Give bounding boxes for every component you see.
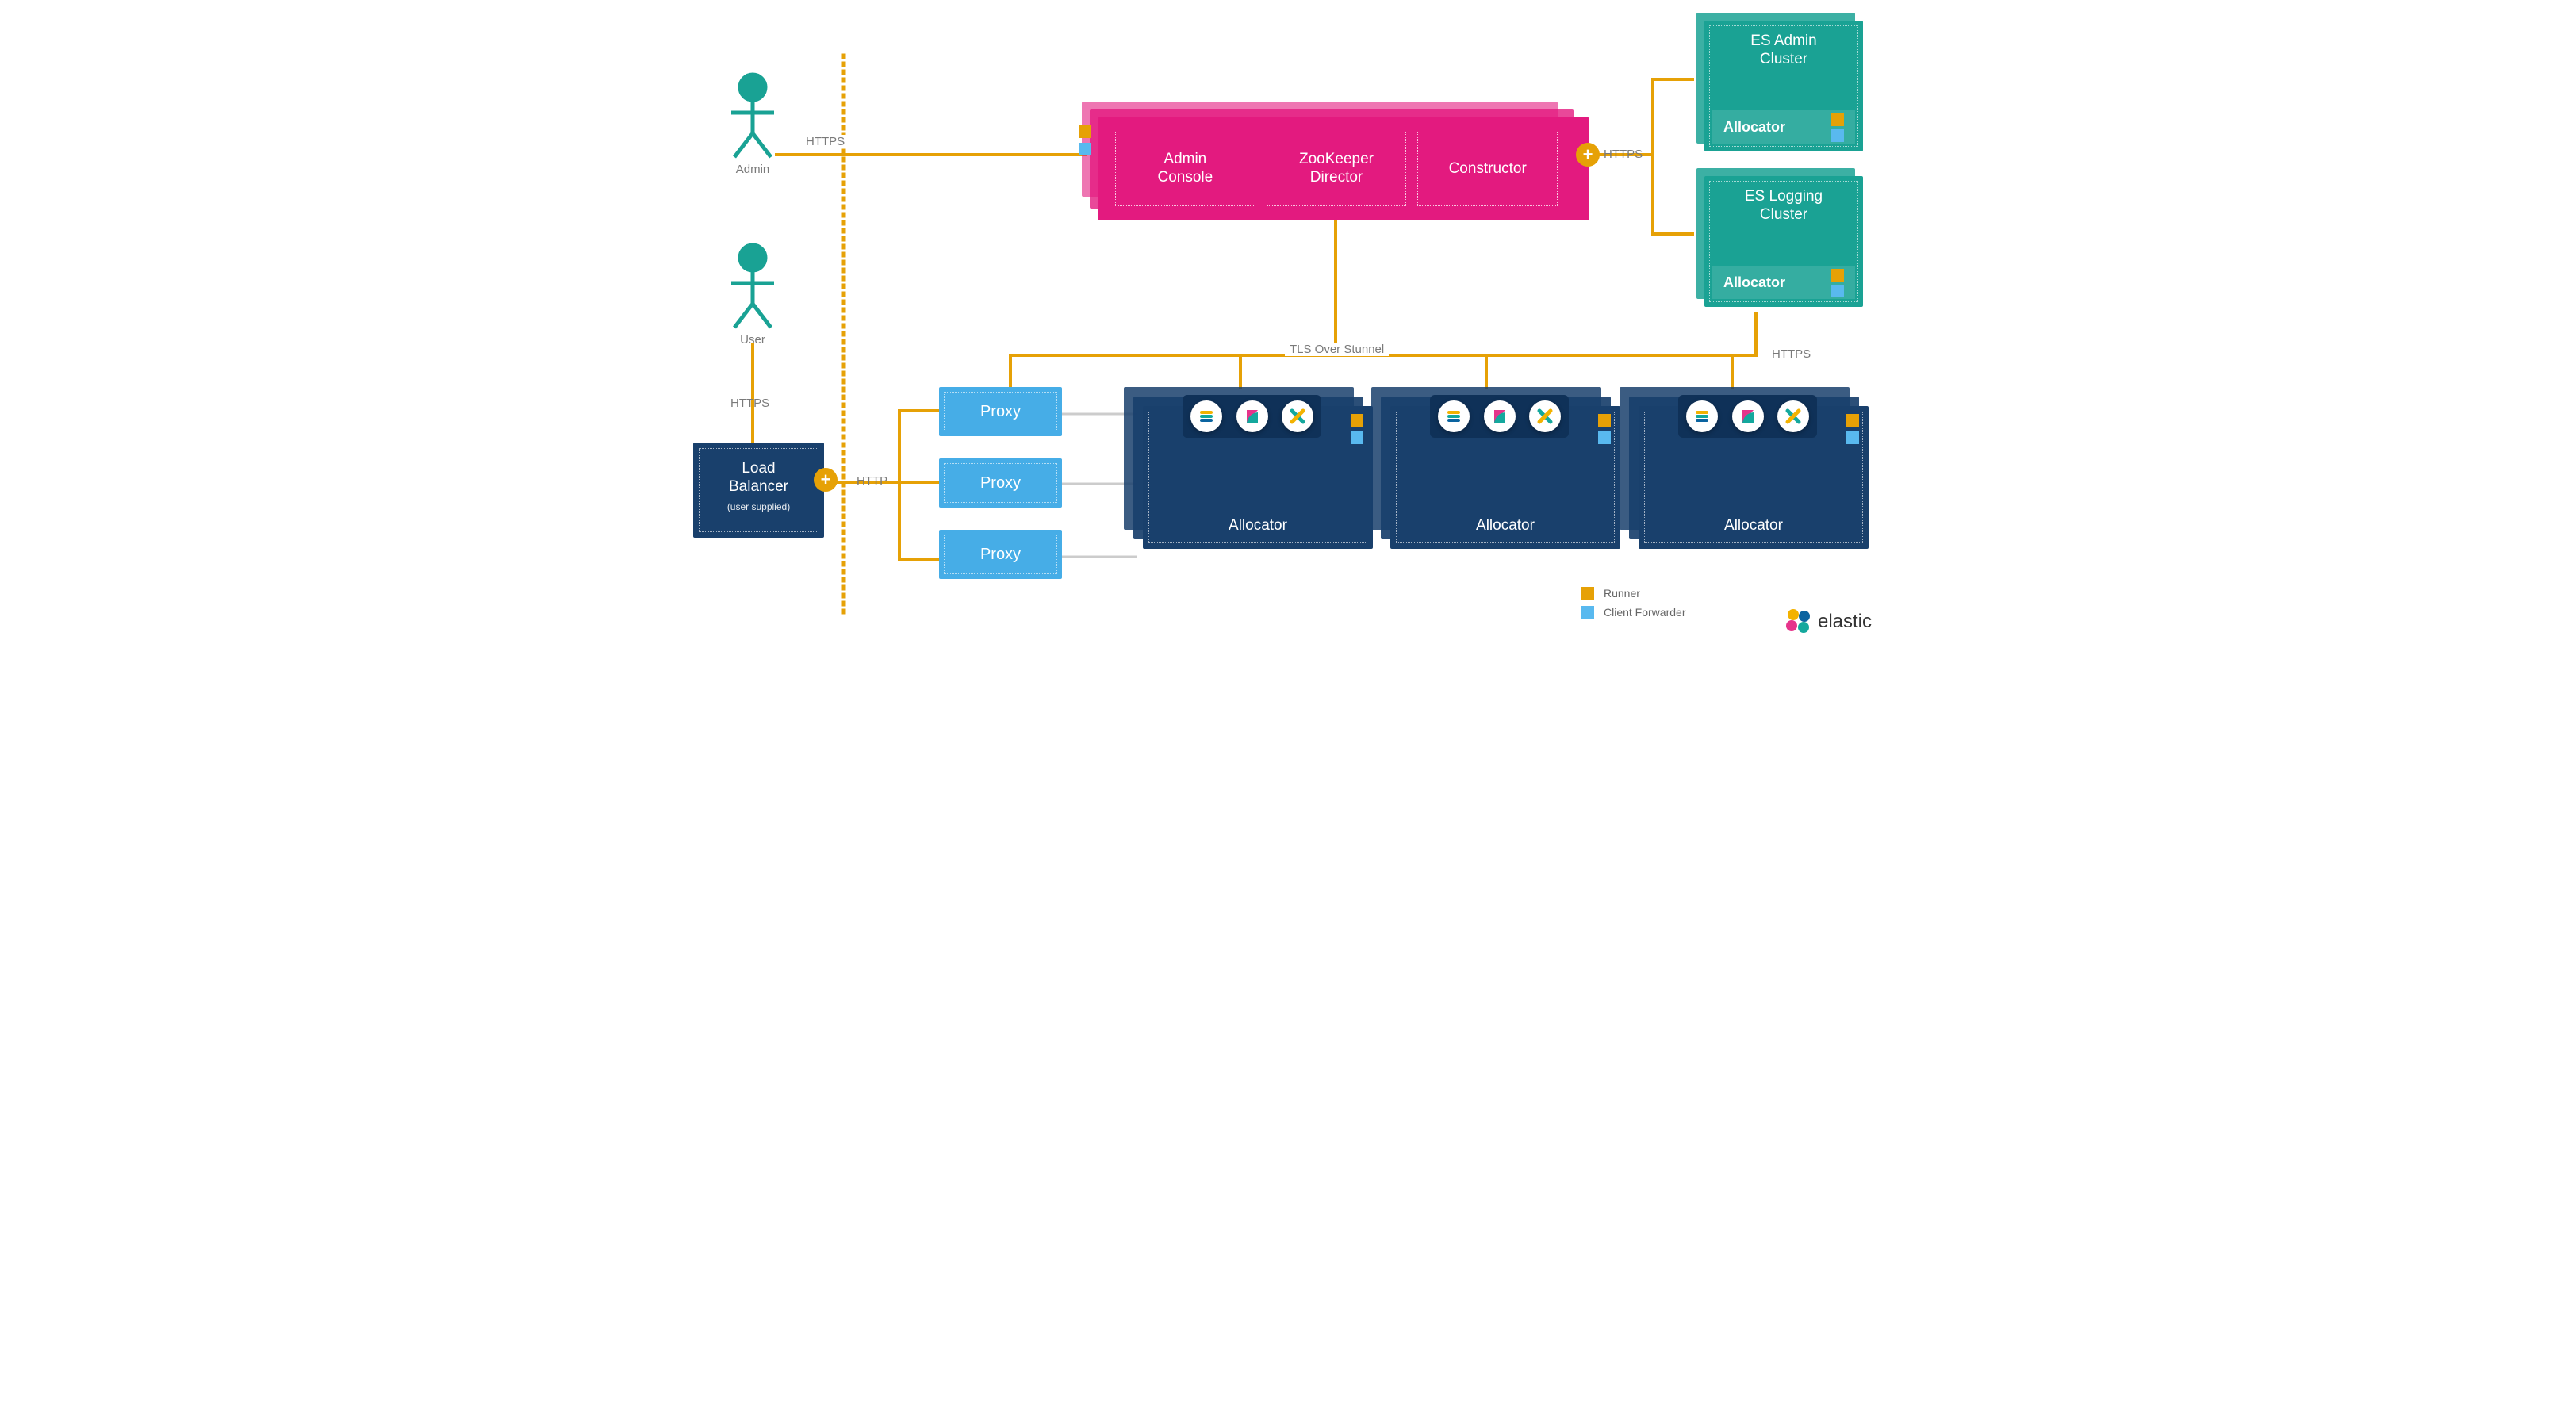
runner-square-icon [1079,125,1091,138]
protocol-ctrl-clusters: HTTPS [1604,148,1643,161]
product-icon-strip [1430,395,1569,438]
plus-badge-ctrl: + [1576,143,1600,167]
constructor-cell: Constructor [1417,132,1558,206]
cross-icon [1282,400,1313,432]
runner-swatch-icon [1581,587,1594,600]
cross-icon [1529,400,1561,432]
proxy-2: Proxy [939,458,1062,508]
allocator-3-label: Allocator [1639,517,1869,535]
product-icon-strip [1678,395,1817,438]
elasticsearch-icon [1190,400,1222,432]
lb-title-1: Load [742,460,775,477]
elasticsearch-icon [1686,400,1718,432]
load-balancer: LoadBalancer (user supplied) [693,443,824,538]
kibana-icon [1732,400,1764,432]
forwarder-square-icon [1831,285,1844,297]
admin-label: Admin [723,163,782,176]
kibana-icon [1484,400,1516,432]
architecture-diagram: Admin User HTTPS HTTPS HTTP TLS Over Stu… [685,0,1891,650]
es-logging-alloc-label: Allocator [1723,274,1785,291]
protocol-admin: HTTPS [803,135,848,148]
legend-runner: Runner [1604,587,1640,600]
elasticsearch-icon [1438,400,1470,432]
allocator-2-label: Allocator [1390,517,1620,535]
proxy-1-label: Proxy [980,403,1021,421]
legend-forwarder: Client Forwarder [1604,606,1685,619]
elastic-logo: elastic [1786,609,1872,634]
user-actor-icon [725,242,780,329]
plus-badge-lb: + [814,468,838,492]
proxy-2-label: Proxy [980,474,1021,492]
proxy-3-label: Proxy [980,546,1021,564]
runner-square-icon [1831,269,1844,282]
allocator-1-label: Allocator [1143,517,1373,535]
forwarder-square-icon [1846,431,1859,444]
es-admin-alloc-label: Allocator [1723,119,1785,136]
protocol-clusters-alloc: HTTPS [1772,347,1811,361]
user-label: User [727,333,778,347]
kibana-icon [1236,400,1268,432]
protocol-tls-bus: TLS Over Stunnel [1285,343,1389,356]
runner-square-icon [1351,414,1363,427]
lb-title-2: Balancer [729,478,788,495]
admin-actor-icon [725,71,780,159]
runner-square-icon [1846,414,1859,427]
zookeeper-director-cell: ZooKeeperDirector [1267,132,1407,206]
proxy-1: Proxy [939,387,1062,436]
elastic-mark-icon [1786,609,1811,634]
elastic-brand-text: elastic [1818,611,1872,633]
cross-icon [1777,400,1809,432]
lb-sub: (user supplied) [693,501,824,512]
protocol-lb-proxy: HTTP [857,474,887,488]
forwarder-square-icon [1079,143,1091,155]
admin-console-cell: AdminConsole [1115,132,1255,206]
proxy-3: Proxy [939,530,1062,579]
legend: Runner Client Forwarder [1581,587,1685,625]
forwarder-square-icon [1351,431,1363,444]
forwarder-swatch-icon [1581,606,1594,619]
runner-square-icon [1831,113,1844,126]
runner-square-icon [1598,414,1611,427]
forwarder-square-icon [1831,129,1844,142]
protocol-user: HTTPS [730,397,769,410]
product-icon-strip [1183,395,1321,438]
forwarder-square-icon [1598,431,1611,444]
